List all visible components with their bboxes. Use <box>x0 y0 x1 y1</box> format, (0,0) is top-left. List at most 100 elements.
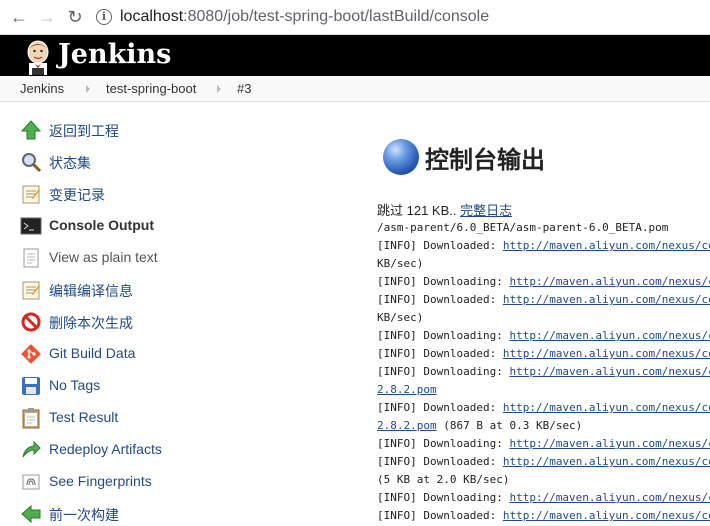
sidebar-item-label: Test Result <box>49 409 119 425</box>
up-arrow-icon <box>20 120 42 140</box>
console-line-text: KB/sec) <box>377 311 424 324</box>
status-ball-icon <box>383 139 419 175</box>
console-line: KB/sec) <box>377 255 710 273</box>
sidebar-item-plain-text[interactable]: View as plain text <box>20 246 340 270</box>
sidebar-item-previous-build[interactable]: 前一次构建 <box>20 502 340 526</box>
breadcrumb-item-job[interactable]: test-spring-boot <box>106 81 196 96</box>
page-title: 控制台输出 <box>425 147 545 174</box>
sidebar-item-no-tags[interactable]: No Tags <box>20 374 340 398</box>
console-line: [INFO] Downloaded: http://maven.aliyun.c… <box>377 453 710 471</box>
console-line-text: [INFO] Downloaded: <box>377 509 503 522</box>
console-line-text: (5 KB at 2.0 KB/sec) <box>377 473 510 486</box>
console-line-text: [INFO] Downloaded: <box>377 239 503 252</box>
clipboard-icon <box>22 408 40 429</box>
url-text[interactable]: localhost:8080/job/test-spring-boot/last… <box>120 3 489 31</box>
console-line: 2.8.2.pom <box>377 381 710 399</box>
console-line-text: [INFO] Downloading: <box>377 275 510 288</box>
jenkins-butler-logo-icon[interactable] <box>22 39 54 75</box>
console-line: (5 KB at 2.0 KB/sec) <box>377 471 710 489</box>
sidebar-item-label: Redeploy Artifacts <box>49 441 162 457</box>
console-line-link[interactable]: http://maven.aliyun.com/nexus/content/ <box>503 347 710 360</box>
sidebar-item-label: View as plain text <box>49 249 158 265</box>
console-line: [INFO] Downloaded: http://maven.aliyun.c… <box>377 345 710 363</box>
console-line: [INFO] Downloading: http://maven.aliyun.… <box>377 327 710 345</box>
notepad-icon <box>22 185 40 204</box>
sidebar-item-git-build-data[interactable]: Git Build Data <box>20 342 340 366</box>
sidebar-item-label: Git Build Data <box>49 345 136 361</box>
console-line: [INFO] Downloading: http://maven.aliyun.… <box>377 363 710 381</box>
console-line-text: [INFO] Downloaded: <box>377 455 503 468</box>
sidebar-item-label: 变更记录 <box>49 187 105 203</box>
sidebar-item-label: 返回到工程 <box>49 123 119 139</box>
console-line: /asm-parent/6.0_BETA/asm-parent-6.0_BETA… <box>377 219 710 237</box>
console-line: KB/sec) <box>377 309 710 327</box>
console-line-text: [INFO] Downloaded: <box>377 293 503 306</box>
console-line-link[interactable]: http://maven.aliyun.com/nexus/content/ <box>503 401 710 414</box>
sidebar-item-changes[interactable]: 变更记录 <box>20 182 340 206</box>
sidebar-item-back-to-project[interactable]: 返回到工程 <box>20 118 340 142</box>
console-line: [INFO] Downloaded: http://maven.aliyun.c… <box>377 291 710 309</box>
reload-icon[interactable]: ↻ <box>64 6 86 28</box>
console-line-text: [INFO] Downloading: <box>377 491 510 504</box>
skip-text: 跳过 121 KB.. <box>377 203 461 218</box>
breadcrumb-separator-icon <box>217 85 221 93</box>
console-line-link[interactable]: 2.8.2.pom <box>377 383 437 396</box>
console-line-link[interactable]: http://maven.aliyun.com/nexus/content/ <box>509 491 710 504</box>
sidebar-item-label: Console Output <box>49 217 154 233</box>
sidebar-item-label: 编辑编译信息 <box>49 283 133 299</box>
console-line-text: [INFO] Downloading: <box>377 365 510 378</box>
console-line-text: [INFO] Downloading: <box>377 329 510 342</box>
console-line: [INFO] Downloaded: http://maven.aliyun.c… <box>377 507 710 525</box>
console-line: 2.8.2.pom (867 B at 0.3 KB/sec) <box>377 417 710 435</box>
sidebar-item-delete-build[interactable]: 删除本次生成 <box>20 310 340 334</box>
console-line: [INFO] Downloaded: http://maven.aliyun.c… <box>377 237 710 255</box>
notepad-edit-icon <box>22 281 40 300</box>
skip-notice: 跳过 121 KB.. 完整日志 <box>377 200 512 219</box>
full-log-link[interactable]: 完整日志 <box>460 203 512 218</box>
console-line-link[interactable]: http://maven.aliyun.com/nexus/content/ <box>503 455 710 468</box>
sidebar-item-edit-build-info[interactable]: 编辑编译信息 <box>20 278 340 302</box>
sidebar-item-label: No Tags <box>49 377 101 393</box>
sidebar-item-redeploy-artifacts[interactable]: Redeploy Artifacts <box>20 438 340 462</box>
sidebar-item-status[interactable]: 状态集 <box>20 150 340 174</box>
sidebar-item-see-fingerprints[interactable]: See Fingerprints <box>20 470 340 494</box>
address-bar[interactable]: i localhost:8080/job/test-spring-boot/la… <box>92 3 710 31</box>
document-icon <box>23 248 39 268</box>
console-line-link[interactable]: http://maven.aliyun.com/nexus/content/ <box>509 275 710 288</box>
brand-title[interactable]: Jenkins <box>58 37 171 73</box>
no-entry-icon <box>21 312 41 332</box>
console-line-text: /asm-parent/6.0_BETA/asm-parent-6.0_BETA… <box>377 221 669 234</box>
sidebar-item-label: 删除本次生成 <box>49 315 133 331</box>
sidebar-item-console-output[interactable]: Console Output <box>20 214 340 238</box>
console-line-link[interactable]: http://maven.aliyun.com/nexus/content/ <box>503 239 710 252</box>
browser-toolbar: ← → ↻ i localhost:8080/job/test-spring-b… <box>0 0 710 35</box>
sidebar-item-label: 前一次构建 <box>49 507 119 523</box>
console-line-link[interactable]: http://maven.aliyun.com/nexus/content/ <box>509 437 710 450</box>
sidebar-item-label: 状态集 <box>49 155 91 171</box>
console-line-link[interactable]: http://maven.aliyun.com/nexus/content/ <box>509 329 710 342</box>
breadcrumb-item-build[interactable]: #3 <box>237 81 251 96</box>
breadcrumb-item-jenkins[interactable]: Jenkins <box>20 81 64 96</box>
console-line: [INFO] Downloading: http://maven.aliyun.… <box>377 489 710 507</box>
jenkins-header: Jenkins <box>0 35 710 76</box>
console-line-link[interactable]: 2.8.2.pom <box>377 419 437 432</box>
terminal-icon <box>20 217 42 235</box>
redeploy-arrow-icon <box>22 440 41 458</box>
forward-icon[interactable]: → <box>36 6 58 28</box>
console-line-suffix: (867 B at 0.3 KB/sec) <box>436 419 583 432</box>
console-log: /asm-parent/6.0_BETA/asm-parent-6.0_BETA… <box>377 219 710 525</box>
console-line-text: [INFO] Downloading: <box>377 437 510 450</box>
console-line-text: [INFO] Downloaded: <box>377 347 503 360</box>
console-line: [INFO] Downloaded: http://maven.aliyun.c… <box>377 399 710 417</box>
breadcrumb: Jenkins test-spring-boot #3 <box>0 76 710 102</box>
console-line-link[interactable]: http://maven.aliyun.com/nexus/content/ <box>503 293 710 306</box>
fingerprint-icon <box>22 474 40 490</box>
info-icon[interactable]: i <box>96 9 112 25</box>
back-icon[interactable]: ← <box>8 6 30 28</box>
console-line-text: KB/sec) <box>377 257 424 270</box>
sidebar-item-label: See Fingerprints <box>49 473 152 489</box>
sidebar-item-test-result[interactable]: Test Result <box>20 406 340 430</box>
console-line-link[interactable]: http://maven.aliyun.com/nexus/content/ <box>509 365 710 378</box>
git-icon <box>21 344 41 364</box>
console-line-link[interactable]: http://maven.aliyun.com/nexus/content/ <box>503 509 710 522</box>
